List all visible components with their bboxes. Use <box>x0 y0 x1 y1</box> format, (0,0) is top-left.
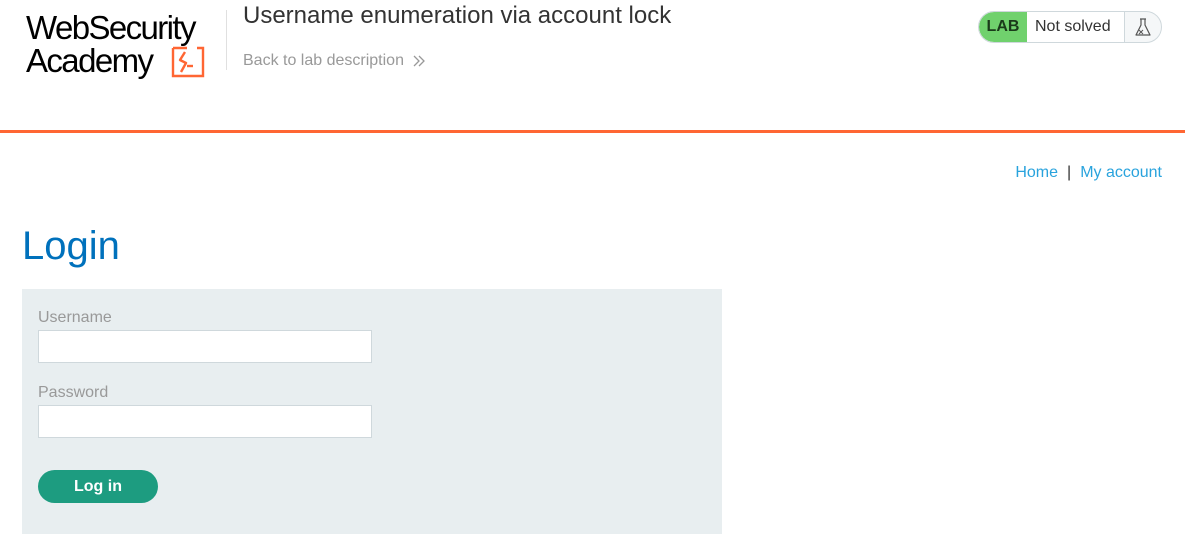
password-label: Password <box>38 384 109 401</box>
logo-text-line1: WebSecurity <box>26 9 196 46</box>
lab-title: Username enumeration via account lock <box>243 2 672 29</box>
password-input[interactable] <box>38 405 372 438</box>
page-title: Login <box>22 224 120 268</box>
back-to-lab-description-link[interactable]: Back to lab description <box>243 52 426 70</box>
logo-text-line2: Academy <box>26 42 154 79</box>
double-chevron-right-icon <box>413 55 425 67</box>
web-security-academy-logo[interactable]: WebSecurity Academy <box>24 10 224 80</box>
flask-icon <box>1135 18 1151 36</box>
header-divider <box>226 10 227 70</box>
lab-status-text: Not solved <box>1027 12 1125 42</box>
logo-mark-icon <box>171 46 205 78</box>
login-form-panel: Username Password Log in <box>22 289 722 534</box>
username-input[interactable] <box>38 330 372 363</box>
site-header: WebSecurity Academy Username enumeration… <box>0 0 1185 133</box>
username-label: Username <box>38 309 112 326</box>
nav-separator: | <box>1067 164 1072 181</box>
lab-badge: LAB <box>979 12 1027 42</box>
account-nav: Home | My account <box>1015 164 1162 182</box>
log-in-button[interactable]: Log in <box>38 470 158 503</box>
lab-status-icon-container <box>1125 12 1161 42</box>
my-account-link[interactable]: My account <box>1080 164 1162 181</box>
back-link-label: Back to lab description <box>243 52 404 69</box>
lab-status-widget: LAB Not solved <box>978 11 1162 43</box>
home-link[interactable]: Home <box>1015 164 1058 181</box>
